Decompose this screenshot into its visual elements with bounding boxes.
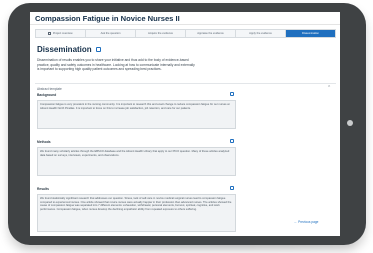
step-appraise-evidence[interactable]: Appraise the evidence [186,30,235,37]
step-label: Project overview [52,32,73,35]
step-label: Dissemination [302,32,319,35]
edit-icon[interactable] [230,186,234,190]
section-title: Dissemination [37,45,92,54]
edit-icon[interactable] [230,139,234,143]
step-ask-question[interactable]: Ask the question [86,30,135,37]
divider [35,83,336,84]
camera-icon [347,120,353,126]
overview-icon [48,32,52,35]
project-title: Compassion Fatigue in Novice Nurses II [35,14,180,23]
section-description: Dissemination of results enables you to … [37,58,195,72]
step-dissemination[interactable]: Dissemination [286,30,335,37]
abstract-template-label: Abstract template [37,87,62,91]
results-field[interactable]: We found statistically significant resea… [37,194,236,232]
background-label: Background [37,93,57,97]
methods-label: Methods [37,140,51,144]
methods-field[interactable]: We found many scholarly articles through… [37,147,236,176]
step-label: Acquire the evidence [147,32,174,35]
background-field[interactable]: Compassion fatigue is very prevalent in … [37,100,236,129]
step-project-overview[interactable]: Project overview [36,30,85,37]
step-label: Apply the evidence [249,32,272,35]
app-header: Compassion Fatigue in Novice Nurses II [30,12,340,25]
results-label: Results [37,187,49,191]
step-label: Ask the question [100,32,121,35]
progress-stepper: Project overview Ask the question Acquir… [35,29,336,38]
previous-page-link[interactable]: ← Previous page [294,220,318,224]
info-icon[interactable] [95,47,101,52]
step-acquire-evidence[interactable]: Acquire the evidence [136,30,185,37]
edit-icon[interactable] [230,92,234,96]
chevron-up-icon[interactable]: ⌃ [327,85,331,91]
app-screen: Compassion Fatigue in Novice Nurses II P… [30,12,340,236]
section-heading: Dissemination [37,45,101,54]
step-label: Appraise the evidence [197,32,224,35]
step-apply-evidence[interactable]: Apply the evidence [236,30,285,37]
